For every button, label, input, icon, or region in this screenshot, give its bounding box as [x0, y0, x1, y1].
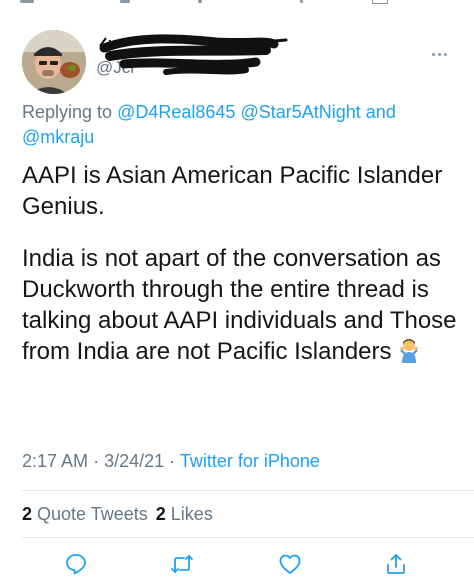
author-block[interactable]: @Jcr — [96, 34, 396, 84]
toolbar-fragment — [198, 0, 202, 3]
avatar-image — [22, 30, 86, 94]
and-word: and — [365, 102, 396, 122]
meta-dot: · — [169, 451, 176, 471]
toolbar-fragment — [372, 0, 388, 4]
avatar[interactable] — [22, 30, 86, 94]
quote-tweets-stat[interactable]: 2 Quote Tweets — [22, 504, 148, 524]
toolbar-fragment — [300, 0, 303, 3]
tweet-date[interactable]: 3/24/21 — [104, 451, 164, 471]
replying-to-line: Replying to @D4Real8645 @Star5AtNight an… — [22, 100, 452, 150]
redaction-scribble — [99, 34, 288, 75]
like-label: Likes — [170, 504, 213, 524]
person-shrugging-emoji-icon — [396, 337, 422, 371]
share-icon[interactable] — [384, 552, 408, 576]
toolbar-fragment — [120, 0, 130, 3]
replying-prefix: Replying to — [22, 102, 113, 122]
tweet-text-paragraph: India is not apart of the conversation a… — [22, 245, 457, 365]
tweet-source-link[interactable]: Twitter for iPhone — [180, 451, 320, 471]
mention-link[interactable]: @Star5AtNight — [240, 102, 360, 122]
tweet-time[interactable]: 2:17 AM — [22, 451, 88, 471]
tweet-stats: 2 Quote Tweets 2 Likes — [22, 504, 213, 525]
tweet-text-paragraph: AAPI is Asian American Pacific Islander … — [22, 162, 443, 220]
quote-label: Quote Tweets — [37, 504, 148, 524]
heart-icon[interactable] — [278, 552, 302, 576]
retweet-icon[interactable] — [170, 552, 194, 576]
mention-link[interactable]: @mkraju — [22, 127, 94, 147]
mention-link[interactable]: @D4Real8645 — [117, 102, 235, 122]
divider — [22, 537, 474, 538]
divider — [22, 490, 474, 491]
likes-stat[interactable]: 2 Likes — [156, 504, 213, 524]
more-icon[interactable] — [432, 43, 452, 56]
quote-count: 2 — [22, 504, 33, 524]
toolbar-fragment — [20, 0, 34, 3]
tweet-meta: 2:17 AM · 3/24/21 · Twitter for iPhone — [22, 451, 320, 472]
tweet-text-paragraph-with-emoji: India is not apart of the conversation a… — [22, 243, 462, 371]
top-partial-toolbar — [0, 0, 474, 10]
reply-icon[interactable] — [64, 552, 88, 576]
meta-dot: · — [93, 451, 100, 471]
like-count: 2 — [155, 504, 166, 524]
